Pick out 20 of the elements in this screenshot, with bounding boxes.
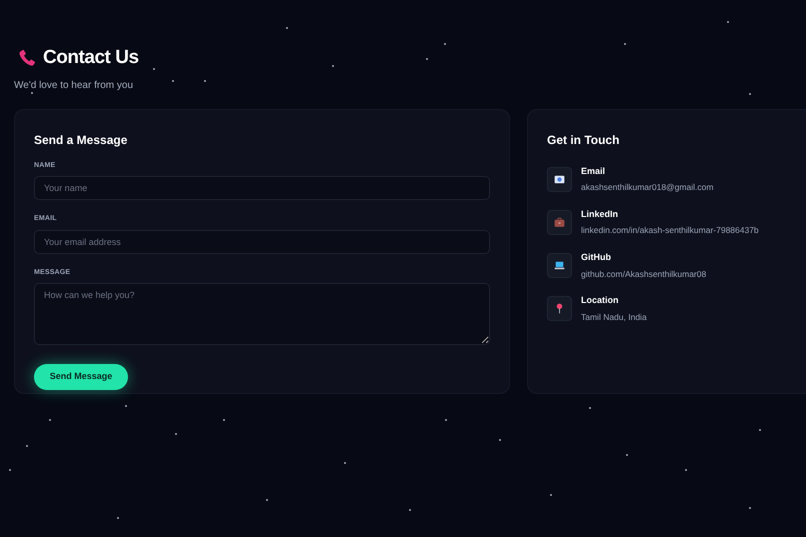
contact-title: Get in Touch — [547, 132, 620, 148]
briefcase-icon — [553, 216, 566, 229]
page-subtitle: We'd love to hear from you — [14, 78, 134, 92]
message-field[interactable]: How can we help you? — [34, 283, 490, 345]
contact-label: LinkedIn — [581, 208, 620, 221]
contact-value: Tamil Nadu, India — [581, 310, 647, 324]
send-message-button[interactable]: Send Message — [34, 364, 128, 390]
form-title: Send a Message — [34, 132, 128, 148]
input-field[interactable]: Your email address — [34, 230, 490, 254]
phone-icon — [17, 48, 37, 68]
contact-label: GitHub — [581, 251, 612, 264]
contact-value: github.com/Akashsenthilkumar08 — [581, 268, 706, 280]
page-title: Contact Us — [43, 46, 139, 70]
contact-value: linkedin.com/in/akash-senthilkumar-79886437b — [581, 224, 759, 237]
contact-label: Email — [581, 164, 606, 178]
input-field[interactable]: Your name — [34, 176, 490, 200]
laptop-icon — [553, 259, 566, 272]
envelope-icon — [553, 172, 566, 186]
contact-label: Location — [581, 294, 620, 308]
contact-value: akashsenthilkumar018@gmail.com — [581, 181, 714, 194]
